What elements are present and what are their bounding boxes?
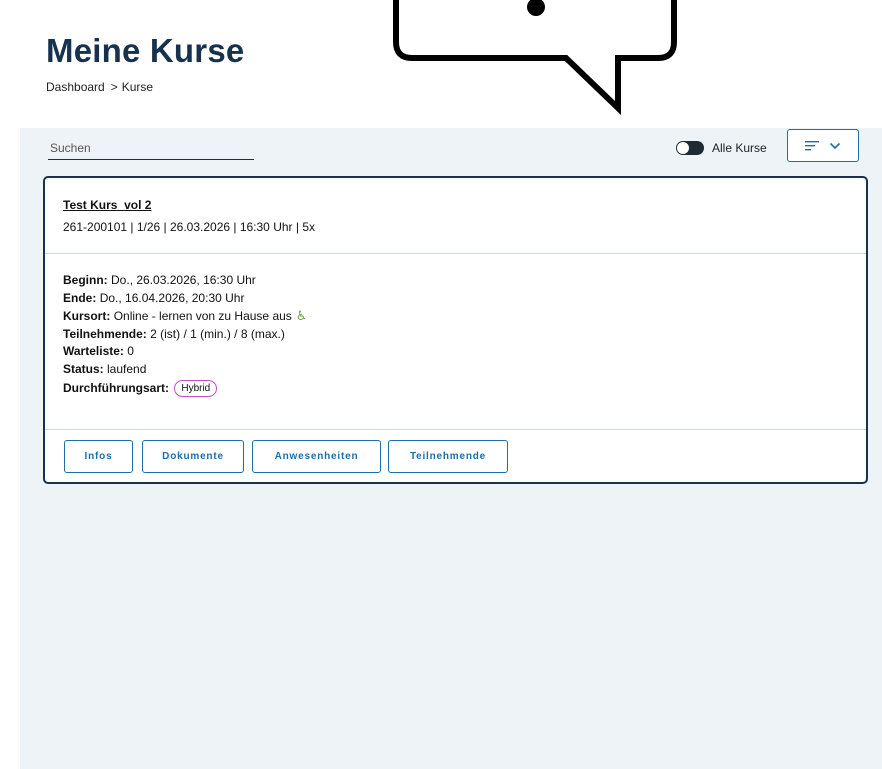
mode-badge: Hybrid xyxy=(174,380,218,397)
chevron-down-icon xyxy=(829,142,841,149)
page-title: Meine Kurse xyxy=(46,32,245,69)
course-card: Test Kurs_vol 2 261-200101 | 1/26 | 26.0… xyxy=(43,176,868,484)
breadcrumb-separator: > xyxy=(110,80,118,94)
wheelchair-icon: ♿ xyxy=(295,308,308,323)
detail-mode: Durchführungsart: Hybrid xyxy=(63,380,307,398)
course-card-header: Test Kurs_vol 2 261-200101 | 1/26 | 26.0… xyxy=(45,178,866,254)
speech-bubble-icon xyxy=(393,0,677,116)
infos-button[interactable]: Infos xyxy=(64,440,133,473)
course-details: Beginn: Do., 26.03.2026, 16:30 Uhr Ende:… xyxy=(63,272,307,398)
attendance-button[interactable]: Anwesenheiten xyxy=(252,440,381,473)
search-input[interactable] xyxy=(48,138,254,160)
participants-button[interactable]: Teilnehmende xyxy=(388,440,508,473)
detail-end: Ende: Do., 16.04.2026, 20:30 Uhr xyxy=(63,290,245,305)
all-courses-toggle-group: Alle Kurse xyxy=(676,139,767,157)
detail-begin: Beginn: Do., 26.03.2026, 16:30 Uhr xyxy=(63,273,256,287)
toggle-knob xyxy=(677,142,689,154)
course-actions: Infos Dokumente Anwesenheiten Teilnehmen… xyxy=(45,429,866,484)
detail-participants: Teilnehmende: 2 (ist) / 1 (min.) / 8 (ma… xyxy=(63,326,285,341)
sort-lines-icon xyxy=(805,140,819,150)
toggle-label: Alle Kurse xyxy=(712,141,767,155)
breadcrumb: Dashboard > Kurse xyxy=(46,80,153,94)
breadcrumb-dashboard[interactable]: Dashboard xyxy=(46,80,105,94)
detail-status: Status: laufend xyxy=(63,361,147,376)
breadcrumb-current: Kurse xyxy=(121,80,154,94)
sort-dropdown-button[interactable] xyxy=(787,129,859,162)
detail-waitlist: Warteliste: 0 xyxy=(63,344,134,358)
course-title-link[interactable]: Test Kurs_vol 2 xyxy=(63,198,151,212)
course-subtitle: 261-200101 | 1/26 | 26.03.2026 | 16:30 U… xyxy=(63,220,315,234)
documents-button[interactable]: Dokumente xyxy=(142,440,244,473)
detail-location: Kursort: Online - lernen von zu Hause au… xyxy=(63,308,308,323)
all-courses-toggle[interactable] xyxy=(676,141,704,155)
left-margin xyxy=(0,0,20,769)
